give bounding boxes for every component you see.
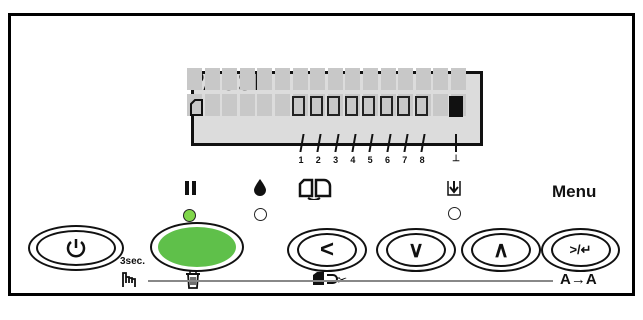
three-sec-label: 3sec.: [120, 256, 146, 267]
lcd-cell: [275, 68, 290, 90]
pause-button[interactable]: [150, 222, 244, 272]
ink-slot-box: [362, 96, 375, 116]
ink-slot-number: 2: [315, 155, 321, 165]
paper-icon: [190, 99, 203, 116]
lcd-cell: [187, 68, 202, 90]
up-chevron-icon: ∧: [492, 237, 510, 262]
bottom-divider: [148, 280, 553, 282]
lcd-cell: [204, 94, 220, 116]
down-chevron-icon: ∨: [407, 237, 425, 262]
down-button[interactable]: ∨: [376, 228, 456, 272]
ink-drop-icon: [253, 178, 267, 196]
ink-slot-box: [309, 96, 323, 116]
lcd-cell: [327, 68, 343, 90]
lcd-cell: [398, 68, 414, 90]
lcd-cell: [380, 68, 396, 90]
lcd-cell: [345, 68, 361, 90]
lcd-cell: [310, 68, 326, 90]
pause-led: [183, 209, 196, 222]
ink-slot-number: 5: [367, 155, 373, 165]
ink-slot-box: [292, 96, 305, 116]
lcd-cell: [239, 94, 255, 116]
lcd-cell: [204, 68, 220, 90]
pause-icon: [184, 180, 198, 196]
paper-source-icon: [298, 178, 332, 201]
up-button[interactable]: ∧: [461, 228, 541, 272]
lcd-cell: [257, 68, 273, 90]
maintenance-tank-indicator: [449, 96, 463, 117]
left-button[interactable]: <: [287, 228, 367, 272]
lcd-cell: [275, 94, 290, 116]
font-switch-label: A→A: [560, 271, 597, 288]
lcd-cell: [451, 68, 466, 90]
ink-slot-number: 4: [350, 155, 356, 165]
paper-feed-icon: [447, 180, 461, 196]
left-chevron-icon: <: [319, 236, 334, 263]
lcd-cell: [292, 68, 308, 90]
hand-press-icon: [119, 269, 139, 289]
ink-slot-box: [327, 96, 340, 116]
lcd-cell: [363, 68, 378, 90]
enter-button[interactable]: >/↵: [541, 228, 620, 272]
cutter-icon: ✂: [311, 271, 349, 287]
ink-slot-box: [414, 96, 428, 116]
maintenance-tank-label: ⊥: [452, 153, 460, 163]
lcd-cell: [239, 68, 255, 90]
lcd-cell: [433, 94, 449, 116]
ink-slot-box: [379, 96, 393, 116]
ink-slot-number: 1: [298, 155, 304, 165]
lcd-cell: [222, 68, 238, 90]
ink-slot-number: 8: [419, 155, 425, 165]
ink-tick: [455, 134, 457, 152]
ink-slot-box: [397, 96, 410, 116]
enter-icon: >/↵: [569, 242, 592, 257]
power-button[interactable]: [28, 225, 124, 271]
ink-slot-number: 7: [402, 155, 408, 165]
menu-label: Menu: [552, 182, 597, 201]
lcd-cell: [433, 68, 449, 90]
ink-slot-number: 3: [333, 155, 339, 165]
ink-led: [254, 208, 267, 221]
lcd-cell: [257, 94, 273, 116]
lcd-cell: [222, 94, 238, 116]
lcd-cell: [415, 68, 431, 90]
ink-slot-number: 6: [384, 155, 390, 165]
ink-slot-box: [344, 96, 358, 116]
power-icon: [66, 239, 86, 258]
paper-led: [448, 207, 461, 220]
